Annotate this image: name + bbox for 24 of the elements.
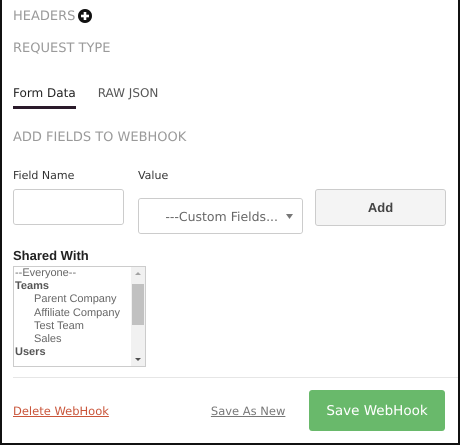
field-label: Value	[138, 169, 170, 184]
field-name-input[interactable]	[13, 189, 124, 225]
list-option[interactable]: Sales	[15, 333, 131, 346]
section-heading: ADD FIELDS TO WEBHOOK	[13, 130, 186, 144]
list-option[interactable]: Test Team	[15, 320, 131, 334]
group-label: Users	[15, 346, 47, 360]
shared-with-listbox[interactable]: --Everyone-- Teams Parent Company Affiliate Company Test Team Sales Users	[13, 266, 146, 367]
list-option[interactable]: Parent Company	[15, 293, 131, 307]
add-icon[interactable]	[78, 9, 92, 23]
list-option[interactable]: --Everyone--	[15, 267, 131, 280]
value-dropdown[interactable]: ---Custom Fields...	[138, 198, 303, 234]
list-option[interactable]: Affiliate Company	[15, 306, 131, 320]
tab[interactable]: Form Data	[13, 86, 76, 109]
save-as-new-link[interactable]: Save As New	[210, 404, 286, 418]
shared-with-label: Shared With	[13, 248, 90, 263]
group-label: Teams	[15, 280, 50, 294]
scrollbar[interactable]	[131, 267, 145, 366]
section-heading: REQUEST TYPE	[13, 40, 110, 56]
caret-icon	[286, 214, 293, 218]
delete-link[interactable]: Delete WebHook	[13, 404, 109, 418]
add-button[interactable]: Add	[315, 189, 446, 226]
section-heading: HEADERS	[13, 8, 76, 24]
field-label: Field Name	[13, 169, 76, 184]
tab[interactable]: RAW JSON	[98, 86, 158, 109]
